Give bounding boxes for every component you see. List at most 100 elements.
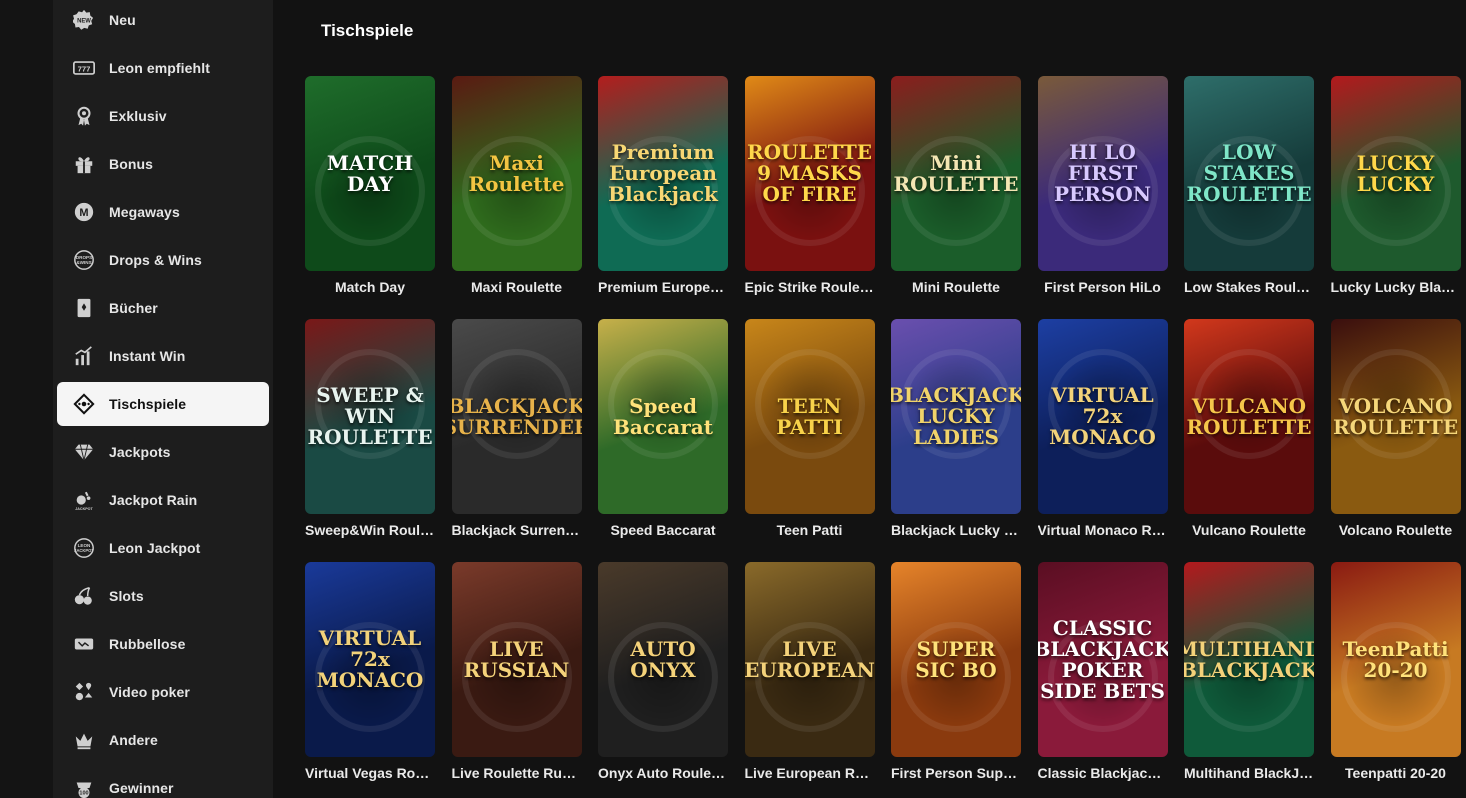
- cherries-icon: [71, 585, 97, 607]
- game-thumbnail[interactable]: TEEN PATTI: [744, 319, 875, 514]
- game-tile[interactable]: MULTIHAND BLACKJACK Multihand BlackJack: [1184, 562, 1314, 781]
- game-thumbnail[interactable]: LIVE EUROPEAN: [744, 562, 875, 757]
- sidebar-item-leon-jackpot[interactable]: LEON JACKPOT Leon Jackpot: [57, 526, 269, 570]
- game-caption[interactable]: Virtual Monaco Roulette: [1038, 522, 1168, 538]
- game-caption[interactable]: Onyx Auto Roulette: [598, 765, 728, 781]
- game-tile[interactable]: LIVE EUROPEAN Live European Roulette: [744, 562, 875, 781]
- game-thumbnail[interactable]: LOW STAKES ROULETTE: [1184, 76, 1314, 271]
- game-caption[interactable]: Epic Strike Roulette 9 Masks of Fire: [745, 279, 875, 295]
- game-tile[interactable]: LOW STAKES ROULETTE Low Stakes Roulette: [1184, 76, 1314, 295]
- game-caption[interactable]: Blackjack Surrender: [452, 522, 582, 538]
- game-tile[interactable]: Speed Baccarat Speed Baccarat: [598, 319, 728, 538]
- game-tile[interactable]: Maxi Roulette Maxi Roulette: [451, 76, 582, 295]
- game-caption[interactable]: Virtual Vegas Roulette: [305, 765, 435, 781]
- game-tile[interactable]: TeenPatti 20-20 Teenpatti 20-20: [1330, 562, 1461, 781]
- game-caption[interactable]: First Person HiLo: [1038, 279, 1168, 295]
- game-tile[interactable]: SWEEP & WIN ROULETTE Sweep&Win Roulette: [305, 319, 435, 538]
- game-caption[interactable]: Multihand BlackJack: [1184, 765, 1314, 781]
- game-tile[interactable]: SUPER SIC BO First Person Super Sic Bo: [891, 562, 1021, 781]
- sidebar-item-exklusiv[interactable]: Exklusiv: [57, 94, 269, 138]
- game-art-title: Mini ROULETTE: [893, 150, 1019, 196]
- game-tile[interactable]: AUTO ONYX Onyx Auto Roulette: [598, 562, 728, 781]
- game-thumbnail[interactable]: VULCANO ROULETTE: [1184, 319, 1314, 514]
- game-thumbnail[interactable]: SWEEP & WIN ROULETTE: [305, 319, 435, 514]
- game-thumbnail[interactable]: VIRTUAL 72x MONACO: [305, 562, 435, 757]
- sidebar-item-bücher[interactable]: Bücher: [57, 286, 269, 330]
- game-tile[interactable]: ROULETTE 9 MASKS OF FIRE Epic Strike Roul…: [744, 76, 875, 295]
- game-caption[interactable]: Vulcano Roulette: [1184, 522, 1314, 538]
- game-caption[interactable]: Lucky Lucky Blackjack: [1331, 279, 1461, 295]
- game-thumbnail[interactable]: TeenPatti 20-20: [1330, 562, 1461, 757]
- game-tile[interactable]: LIVE RUSSIAN Live Roulette Russian: [451, 562, 582, 781]
- game-caption[interactable]: Classic Blackjack Poker Side Bets: [1038, 765, 1168, 781]
- game-tile[interactable]: TEEN PATTI Teen Patti: [744, 319, 875, 538]
- game-caption[interactable]: First Person Super Sic Bo: [891, 765, 1021, 781]
- game-caption[interactable]: Mini Roulette: [891, 279, 1021, 295]
- game-thumbnail[interactable]: MATCH DAY: [305, 76, 435, 271]
- sidebar-item-gewinner[interactable]: 100 Gewinner: [57, 766, 269, 798]
- game-tile[interactable]: Premium European Blackjack Premium Europe…: [598, 76, 728, 295]
- sidebar-item-video-poker[interactable]: Video poker: [57, 670, 269, 714]
- sidebar-item-jackpots[interactable]: Jackpots: [57, 430, 269, 474]
- svg-text:777: 777: [78, 64, 91, 73]
- game-tile[interactable]: VOLCANO ROULETTE Volcano Roulette: [1330, 319, 1461, 538]
- sidebar-item-jackpot-rain[interactable]: JACKPOT Jackpot Rain: [57, 478, 269, 522]
- game-caption[interactable]: Teen Patti: [745, 522, 875, 538]
- game-caption[interactable]: Live European Roulette: [745, 765, 875, 781]
- game-thumbnail[interactable]: Maxi Roulette: [451, 76, 582, 271]
- game-thumbnail[interactable]: Speed Baccarat: [598, 319, 728, 514]
- game-thumbnail[interactable]: BLACKJACK SURRENDER: [451, 319, 582, 514]
- game-tile[interactable]: VIRTUAL 72x MONACO Virtual Vegas Roulette: [305, 562, 435, 781]
- sidebar-item-label: Jackpot Rain: [109, 492, 198, 508]
- game-thumbnail[interactable]: HI LO FIRST PERSON: [1037, 76, 1168, 271]
- game-caption[interactable]: Low Stakes Roulette: [1184, 279, 1314, 295]
- bar-chart-icon: [71, 345, 97, 367]
- game-tile[interactable]: Mini ROULETTE Mini Roulette: [891, 76, 1021, 295]
- sidebar-item-rubbellose[interactable]: Rubbellose: [57, 622, 269, 666]
- game-thumbnail[interactable]: LUCKY LUCKY: [1330, 76, 1461, 271]
- game-tile[interactable]: HI LO FIRST PERSON First Person HiLo: [1037, 76, 1168, 295]
- sidebar-item-instant-win[interactable]: Instant Win: [57, 334, 269, 378]
- game-tile[interactable]: VULCANO ROULETTE Vulcano Roulette: [1184, 319, 1314, 538]
- sidebar-item-slots[interactable]: Slots: [57, 574, 269, 618]
- game-caption[interactable]: Sweep&Win Roulette: [305, 522, 435, 538]
- game-thumbnail[interactable]: VIRTUAL 72x MONACO: [1037, 319, 1168, 514]
- sidebar-item-tischspiele[interactable]: Tischspiele: [57, 382, 269, 426]
- game-thumbnail[interactable]: Mini ROULETTE: [891, 76, 1021, 271]
- app-window: NEW Neu 777 Leon empfiehlt Exklusiv Bonus M Meg…: [0, 0, 1466, 798]
- svg-text:100: 100: [79, 790, 88, 796]
- game-caption[interactable]: Speed Baccarat: [598, 522, 728, 538]
- sidebar-item-andere[interactable]: Andere: [57, 718, 269, 762]
- game-art-title: VIRTUAL 72x MONACO: [316, 626, 424, 692]
- game-tile[interactable]: BLACKJACK LUCKY LADIES Blackjack Lucky La…: [891, 319, 1021, 538]
- game-thumbnail[interactable]: CLASSIC BLACKJACK POKER SIDE BETS: [1037, 562, 1168, 757]
- sidebar-item-drops-wins[interactable]: DROPS &WINS Drops & Wins: [57, 238, 269, 282]
- game-caption[interactable]: Live Roulette Russian: [452, 765, 582, 781]
- game-caption[interactable]: Blackjack Lucky Ladies: [891, 522, 1021, 538]
- game-thumbnail[interactable]: LIVE RUSSIAN: [451, 562, 582, 757]
- game-tile[interactable]: VIRTUAL 72x MONACO Virtual Monaco Roulett…: [1037, 319, 1168, 538]
- sidebar-item-megaways[interactable]: M Megaways: [57, 190, 269, 234]
- game-thumbnail[interactable]: VOLCANO ROULETTE: [1330, 319, 1461, 514]
- sidebar-item-neu[interactable]: NEW Neu: [57, 0, 269, 42]
- game-caption[interactable]: Volcano Roulette: [1331, 522, 1461, 538]
- game-caption[interactable]: Match Day: [305, 279, 435, 295]
- award-ribbon-icon: [71, 105, 97, 127]
- game-tile[interactable]: LUCKY LUCKY Lucky Lucky Blackjack: [1330, 76, 1461, 295]
- game-art-title: Premium European Blackjack: [608, 140, 718, 206]
- game-thumbnail[interactable]: ROULETTE 9 MASKS OF FIRE: [744, 76, 875, 271]
- game-caption[interactable]: Maxi Roulette: [452, 279, 582, 295]
- game-tile[interactable]: BLACKJACK SURRENDER Blackjack Surrender: [451, 319, 582, 538]
- game-caption[interactable]: Teenpatti 20-20: [1331, 765, 1461, 781]
- sidebar-item-bonus[interactable]: Bonus: [57, 142, 269, 186]
- game-caption[interactable]: Premium European Blackjack: [598, 279, 728, 295]
- sidebar-item-label: Bücher: [109, 300, 158, 316]
- sidebar-item-leon-empfiehlt[interactable]: 777 Leon empfiehlt: [57, 46, 269, 90]
- game-tile[interactable]: CLASSIC BLACKJACK POKER SIDE BETS Classic…: [1037, 562, 1168, 781]
- game-thumbnail[interactable]: BLACKJACK LUCKY LADIES: [891, 319, 1021, 514]
- game-thumbnail[interactable]: SUPER SIC BO: [891, 562, 1021, 757]
- game-thumbnail[interactable]: AUTO ONYX: [598, 562, 728, 757]
- game-thumbnail[interactable]: Premium European Blackjack: [598, 76, 728, 271]
- game-tile[interactable]: MATCH DAY Match Day: [305, 76, 435, 295]
- game-thumbnail[interactable]: MULTIHAND BLACKJACK: [1184, 562, 1314, 757]
